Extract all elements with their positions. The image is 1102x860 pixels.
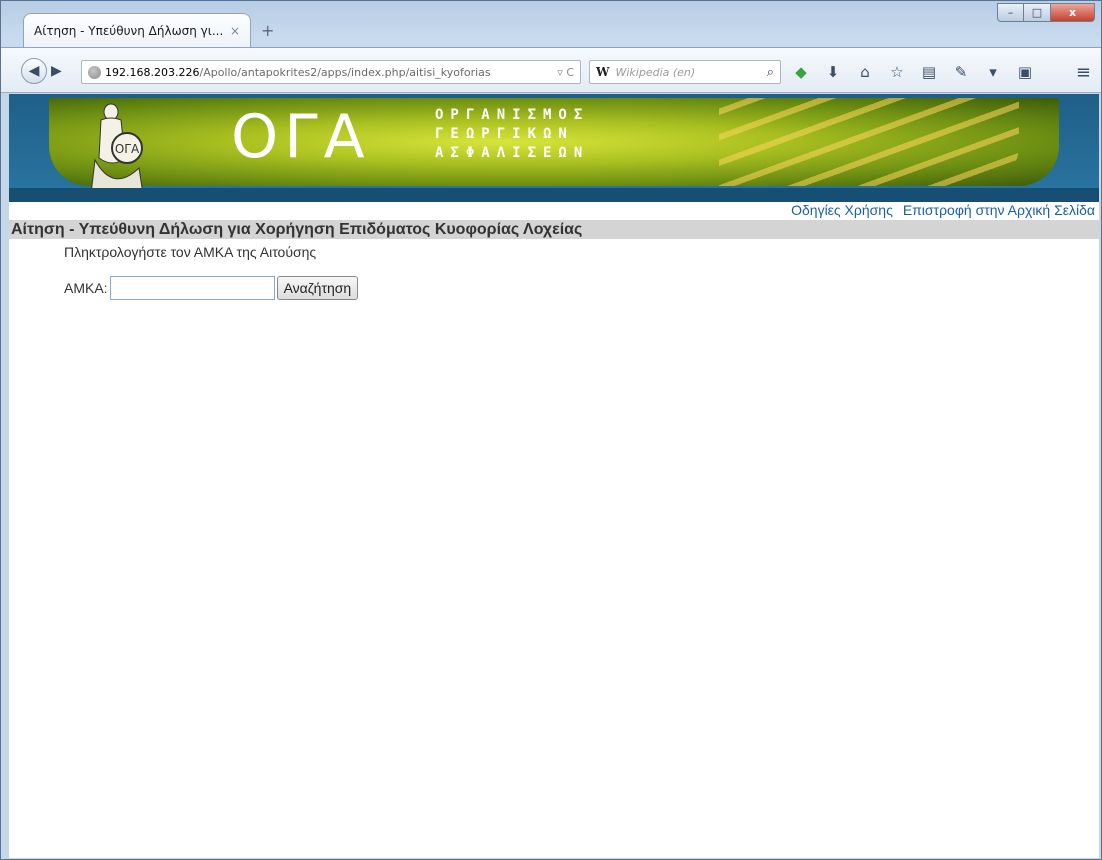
window-controls: – □ x	[997, 3, 1095, 22]
bookmark-star-icon[interactable]: ☆	[887, 62, 907, 82]
home-link[interactable]: Επιστροφή στην Αρχική Σελίδα	[903, 202, 1095, 218]
back-arrow-icon[interactable]: ◀	[21, 58, 47, 84]
page-content: ΟΓΑ ΟΓΑ ΟΡΓΑΝΙΣΜΟΣ ΓΕΩΡΓΙΚΩΝ ΑΣΦΑΛΙΣΕΩΝ …	[9, 94, 1099, 858]
close-window-button[interactable]: x	[1051, 3, 1095, 22]
addon-icon[interactable]: ◆	[791, 62, 811, 82]
banner-bottom-strip	[9, 188, 1099, 202]
search-icon[interactable]: ⌕	[767, 65, 774, 80]
site-identity-icon[interactable]	[88, 65, 101, 79]
bookmarks-menu-icon[interactable]: ▤	[919, 62, 939, 82]
wheat-image	[719, 98, 1019, 186]
search-placeholder: Wikipedia (en)	[615, 65, 696, 79]
top-links: Οδηγίες Χρήσης Επιστροφή στην Αρχική Σελ…	[791, 202, 1095, 218]
instruction-text: Πληκτρολογήστε τον ΑΜΚΑ της Αιτούσης	[64, 244, 317, 260]
url-path: /Apollo/antapokrites2/apps/index.php/ait…	[199, 65, 491, 79]
pocket-icon[interactable]: ▣	[1015, 62, 1035, 82]
amka-form: ΑΜΚΑ: Αναζήτηση	[64, 276, 359, 300]
forward-arrow-icon[interactable]: ▶	[51, 63, 62, 79]
url-host: 192.168.203.226	[105, 65, 200, 79]
help-link[interactable]: Οδηγίες Χρήσης	[791, 202, 893, 218]
amka-label: ΑΜΚΑ:	[64, 280, 108, 296]
search-button[interactable]: Αναζήτηση	[276, 276, 359, 300]
svg-text:ΟΓΑ: ΟΓΑ	[115, 142, 140, 156]
url-bar[interactable]: 192.168.203.226 /Apollo/antapokrites2/ap…	[81, 60, 581, 84]
page-title-bar: Αίτηση - Υπεύθυνη Δήλωση για Χορήγηση Επ…	[9, 220, 1099, 239]
download-icon[interactable]: ⬇	[823, 62, 843, 82]
title-bar: Αίτηση - Υπεύθυνη Δήλωση γι... × + – □ x	[1, 1, 1101, 47]
extension-icon[interactable]: ✎	[951, 62, 971, 82]
hamburger-menu-icon[interactable]: ≡	[1076, 62, 1091, 83]
org-line-2: ΓΕΩΡΓΙΚΩΝ	[435, 126, 574, 142]
oga-logo-text: ΟΓΑ	[231, 102, 371, 172]
org-line-1: ΟΡΓΑΝΙΣΜΟΣ	[435, 107, 590, 123]
home-icon[interactable]: ⌂	[855, 62, 875, 82]
tab-close-icon[interactable]: ×	[230, 24, 240, 38]
back-forward-group: ◀ ▶	[21, 58, 81, 84]
amka-input[interactable]	[109, 276, 275, 300]
new-tab-button[interactable]: +	[261, 21, 274, 40]
extension-dropdown-icon[interactable]: ▾	[983, 62, 1003, 82]
browser-window: Αίτηση - Υπεύθυνη Δήλωση γι... × + – □ x…	[0, 0, 1102, 860]
search-bar[interactable]: W Wikipedia (en) ⌕	[589, 60, 781, 84]
navigation-bar: ◀ ▶ 192.168.203.226 /Apollo/antapokrites…	[1, 47, 1101, 93]
toolbar-icons: ◆ ⬇ ⌂ ☆ ▤ ✎ ▾ ▣	[791, 60, 1035, 84]
org-line-3: ΑΣΦΑΛΙΣΕΩΝ	[435, 145, 590, 161]
reload-icon[interactable]: ▿ C	[557, 66, 574, 79]
maximize-button[interactable]: □	[1024, 3, 1051, 22]
minimize-button[interactable]: –	[997, 3, 1024, 22]
statue-logo-icon: ΟΓΑ	[90, 103, 144, 195]
wikipedia-engine-icon[interactable]: W	[596, 65, 609, 79]
organization-name: ΟΡΓΑΝΙΣΜΟΣ ΓΕΩΡΓΙΚΩΝ ΑΣΦΑΛΙΣΕΩΝ	[435, 106, 589, 163]
browser-tab[interactable]: Αίτηση - Υπεύθυνη Δήλωση γι... ×	[23, 13, 251, 47]
header-banner: ΟΓΑ ΟΓΑ ΟΡΓΑΝΙΣΜΟΣ ΓΕΩΡΓΙΚΩΝ ΑΣΦΑΛΙΣΕΩΝ	[9, 94, 1099, 202]
page-title: Αίτηση - Υπεύθυνη Δήλωση για Χορήγηση Επ…	[11, 221, 583, 238]
tab-title: Αίτηση - Υπεύθυνη Δήλωση γι...	[34, 23, 224, 38]
